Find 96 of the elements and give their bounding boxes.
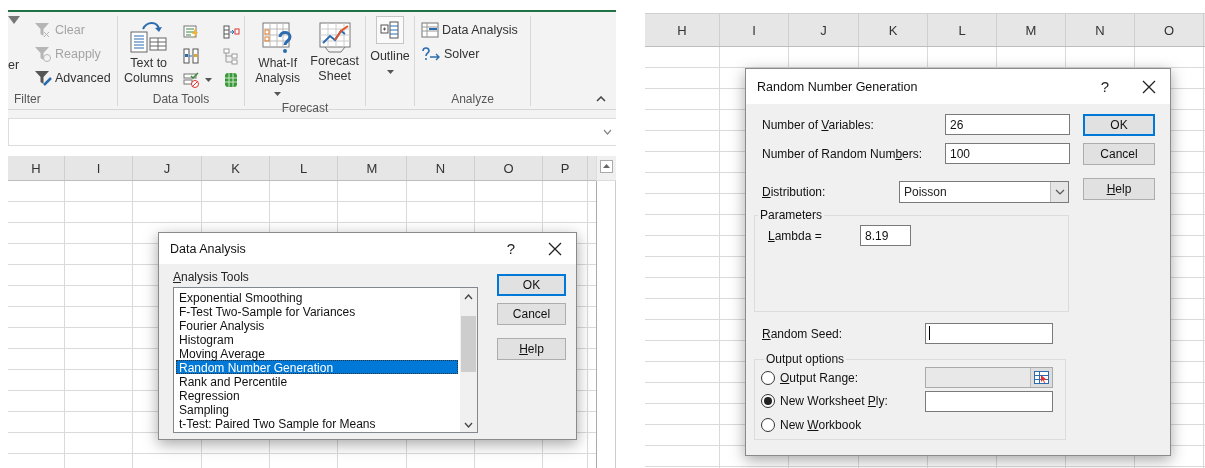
list-item[interactable]: Exponential Smoothing (176, 290, 458, 304)
forecast-sheet-button[interactable]: Forecast Sheet (308, 16, 361, 101)
dialog-button[interactable]: OK (497, 274, 566, 296)
caret-icon (205, 78, 213, 82)
column-header[interactable]: K (859, 14, 928, 46)
chevron-down-icon[interactable] (464, 422, 473, 428)
scroll-up-icon[interactable] (600, 160, 613, 173)
dropdown[interactable]: Poisson (899, 180, 1069, 203)
column-header[interactable]: M (338, 156, 407, 180)
field-label: Random Seed: (762, 326, 844, 341)
list-label: Analysis Tools (173, 270, 250, 284)
group-label: Parameters (759, 208, 824, 222)
group-label: Filter (13, 92, 41, 106)
list-item[interactable]: Rank and Percentile (176, 374, 458, 388)
close-icon (548, 241, 562, 256)
field-label: Distribution: (762, 184, 827, 199)
column-header[interactable]: N (407, 156, 475, 180)
dialog-button[interactable]: Cancel (497, 303, 566, 325)
scrollbar[interactable] (460, 288, 477, 432)
list-item[interactable]: Fourier Analysis (176, 318, 458, 332)
range-select-button[interactable] (1030, 368, 1052, 387)
list-box[interactable]: Exponential Smoothing F-Test Two-Sample for Variances Fourier Analysis Histogram Moving Average Random Number Generation Rank and Percentile Regression Sampling t-Test: Paired Two Sample for Means (173, 287, 478, 433)
chevron-up-icon (596, 96, 606, 102)
radio-label[interactable]: New Worksheet Ply: (780, 394, 888, 408)
column-header[interactable]: H (8, 156, 65, 180)
column-header[interactable]: I (720, 14, 789, 46)
dialog-button[interactable]: Cancel (1083, 143, 1155, 165)
input-field[interactable]: 26 (945, 114, 1070, 135)
columns-table-icon (128, 20, 169, 56)
solver-button[interactable]: Solver (419, 42, 526, 66)
column-header[interactable]: O (475, 156, 543, 180)
dialog-button[interactable]: Help (1083, 178, 1155, 200)
scroll-thumb[interactable] (461, 316, 476, 372)
outline-button[interactable]: Outline (368, 16, 412, 106)
table-icon (421, 22, 439, 38)
radio-button[interactable] (761, 370, 775, 385)
field-label: Number of Variables: (762, 117, 875, 132)
input-field[interactable] (925, 323, 1053, 344)
chevron-down-icon (1054, 188, 1065, 195)
remove-duplicates-icon[interactable] (182, 47, 201, 65)
help-button[interactable]: ? (1090, 78, 1120, 95)
radio-label[interactable]: Output Range: (780, 370, 859, 385)
list-item[interactable]: F-Test Two-Sample for Variances (176, 304, 458, 318)
radio-button[interactable] (761, 394, 775, 408)
column-header[interactable]: M (997, 14, 1066, 46)
column-header[interactable]: J (789, 14, 859, 46)
dialog-title: Random Number Generation (757, 79, 919, 94)
column-header[interactable]: K (202, 156, 270, 180)
group-label: Forecast (280, 101, 330, 115)
field-label: Number of Random Numbers: (762, 146, 924, 161)
radio-button[interactable] (761, 417, 775, 432)
column-header[interactable]: N (1066, 14, 1135, 46)
chevron-up-icon[interactable] (464, 294, 473, 300)
funnel-icon (34, 21, 52, 39)
group-label: Output options (765, 352, 846, 366)
scrollbar[interactable] (596, 181, 616, 468)
list-item[interactable]: Regression (176, 388, 458, 402)
radio-label[interactable]: New Workbook (780, 417, 862, 432)
list-item[interactable]: Histogram (176, 332, 458, 346)
input-field[interactable]: 100 (945, 143, 1070, 164)
caret-icon (274, 91, 282, 96)
group-label: Data Tools (151, 92, 211, 106)
list-item[interactable]: t-Test: Paired Two Sample for Means (176, 416, 458, 430)
data-analysis-button[interactable]: Data Analysis (419, 18, 526, 42)
chevron-down-icon (603, 129, 612, 135)
text-to-columns-button[interactable]: Text to Columns (122, 16, 176, 92)
funnel-icon (34, 69, 52, 87)
field-label: Lambda = (768, 228, 823, 243)
range-picker-icon (1034, 371, 1049, 384)
list-item[interactable]: Random Number Generation (176, 360, 458, 374)
dialog-button[interactable]: OK (1083, 114, 1155, 136)
help-button[interactable]: ? (496, 240, 526, 257)
group-label: Analyze (450, 92, 495, 106)
list-item[interactable]: Moving Average (176, 346, 458, 360)
column-header[interactable]: L (928, 14, 997, 46)
column-header[interactable]: L (270, 156, 338, 180)
column-header[interactable]: P (543, 156, 588, 180)
caret-icon (386, 70, 394, 74)
button-label[interactable]: er (8, 58, 28, 72)
input-field[interactable]: 8.19 (860, 225, 911, 246)
dialog-button[interactable]: Help (497, 338, 566, 360)
column-header[interactable]: I (65, 156, 133, 180)
funnel-icon (34, 45, 52, 63)
column-header[interactable]: O (1135, 14, 1204, 46)
close-icon (1142, 79, 1156, 94)
data-validation-icon[interactable] (182, 71, 201, 89)
filter-command[interactable]: Advanced (32, 66, 113, 90)
line-chart-icon (316, 20, 353, 54)
column-header[interactable]: H (645, 14, 720, 46)
solver-icon (421, 46, 441, 62)
input-field[interactable] (925, 390, 1053, 412)
dialog-title: Data Analysis (170, 241, 247, 256)
outline-icon (379, 19, 401, 41)
column-header[interactable]: J (133, 156, 202, 180)
list-item[interactable]: Sampling (176, 402, 458, 416)
what-if-analysis-button[interactable]: What-If Analysis (249, 16, 307, 101)
